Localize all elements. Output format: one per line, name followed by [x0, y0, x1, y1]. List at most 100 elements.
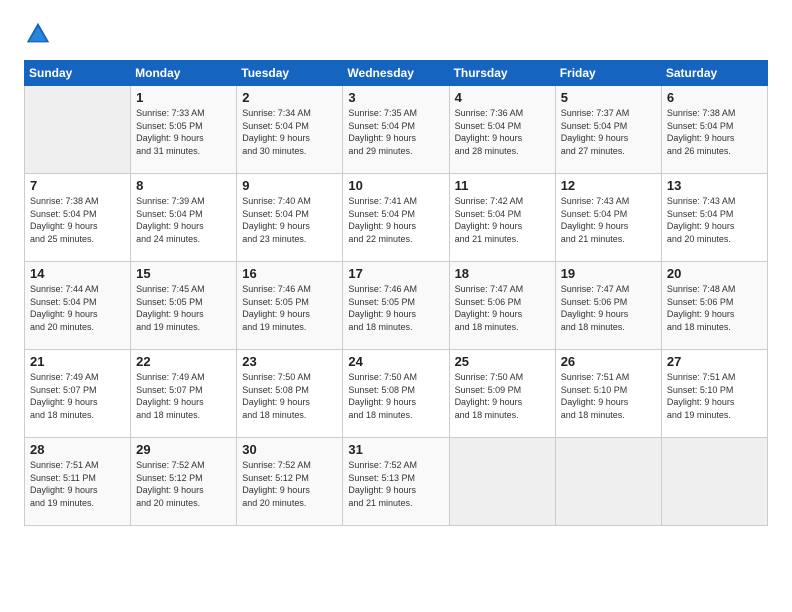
day-number: 23 — [242, 354, 337, 369]
day-info: Sunrise: 7:50 AM Sunset: 5:08 PM Dayligh… — [348, 371, 443, 421]
day-cell: 22 Sunrise: 7:49 AM Sunset: 5:07 PM Dayli… — [131, 350, 237, 438]
day-cell: 9 Sunrise: 7:40 AM Sunset: 5:04 PM Daylig… — [237, 174, 343, 262]
day-number: 21 — [30, 354, 125, 369]
day-info: Sunrise: 7:37 AM Sunset: 5:04 PM Dayligh… — [561, 107, 656, 157]
day-number: 14 — [30, 266, 125, 281]
day-number: 13 — [667, 178, 762, 193]
day-info: Sunrise: 7:36 AM Sunset: 5:04 PM Dayligh… — [455, 107, 550, 157]
week-row-3: 14 Sunrise: 7:44 AM Sunset: 5:04 PM Dayli… — [25, 262, 768, 350]
day-info: Sunrise: 7:38 AM Sunset: 5:04 PM Dayligh… — [667, 107, 762, 157]
column-header-monday: Monday — [131, 61, 237, 86]
day-number: 29 — [136, 442, 231, 457]
column-header-friday: Friday — [555, 61, 661, 86]
day-cell: 30 Sunrise: 7:52 AM Sunset: 5:12 PM Dayli… — [237, 438, 343, 526]
day-cell: 21 Sunrise: 7:49 AM Sunset: 5:07 PM Dayli… — [25, 350, 131, 438]
day-cell: 5 Sunrise: 7:37 AM Sunset: 5:04 PM Daylig… — [555, 86, 661, 174]
day-cell: 1 Sunrise: 7:33 AM Sunset: 5:05 PM Daylig… — [131, 86, 237, 174]
day-info: Sunrise: 7:46 AM Sunset: 5:05 PM Dayligh… — [242, 283, 337, 333]
day-cell: 15 Sunrise: 7:45 AM Sunset: 5:05 PM Dayli… — [131, 262, 237, 350]
day-info: Sunrise: 7:47 AM Sunset: 5:06 PM Dayligh… — [455, 283, 550, 333]
day-cell: 29 Sunrise: 7:52 AM Sunset: 5:12 PM Dayli… — [131, 438, 237, 526]
day-cell — [661, 438, 767, 526]
day-cell: 3 Sunrise: 7:35 AM Sunset: 5:04 PM Daylig… — [343, 86, 449, 174]
day-number: 28 — [30, 442, 125, 457]
header — [24, 20, 768, 48]
day-info: Sunrise: 7:49 AM Sunset: 5:07 PM Dayligh… — [30, 371, 125, 421]
day-cell: 23 Sunrise: 7:50 AM Sunset: 5:08 PM Dayli… — [237, 350, 343, 438]
day-info: Sunrise: 7:52 AM Sunset: 5:13 PM Dayligh… — [348, 459, 443, 509]
day-number: 17 — [348, 266, 443, 281]
day-cell: 24 Sunrise: 7:50 AM Sunset: 5:08 PM Dayli… — [343, 350, 449, 438]
day-info: Sunrise: 7:51 AM Sunset: 5:10 PM Dayligh… — [667, 371, 762, 421]
day-number: 30 — [242, 442, 337, 457]
day-number: 19 — [561, 266, 656, 281]
day-cell: 16 Sunrise: 7:46 AM Sunset: 5:05 PM Dayli… — [237, 262, 343, 350]
day-cell: 7 Sunrise: 7:38 AM Sunset: 5:04 PM Daylig… — [25, 174, 131, 262]
day-info: Sunrise: 7:43 AM Sunset: 5:04 PM Dayligh… — [561, 195, 656, 245]
day-info: Sunrise: 7:50 AM Sunset: 5:08 PM Dayligh… — [242, 371, 337, 421]
day-number: 8 — [136, 178, 231, 193]
week-row-2: 7 Sunrise: 7:38 AM Sunset: 5:04 PM Daylig… — [25, 174, 768, 262]
day-info: Sunrise: 7:52 AM Sunset: 5:12 PM Dayligh… — [136, 459, 231, 509]
day-cell: 25 Sunrise: 7:50 AM Sunset: 5:09 PM Dayli… — [449, 350, 555, 438]
day-number: 27 — [667, 354, 762, 369]
day-cell — [449, 438, 555, 526]
day-info: Sunrise: 7:43 AM Sunset: 5:04 PM Dayligh… — [667, 195, 762, 245]
day-info: Sunrise: 7:33 AM Sunset: 5:05 PM Dayligh… — [136, 107, 231, 157]
day-cell — [25, 86, 131, 174]
day-number: 5 — [561, 90, 656, 105]
day-cell: 28 Sunrise: 7:51 AM Sunset: 5:11 PM Dayli… — [25, 438, 131, 526]
week-row-1: 1 Sunrise: 7:33 AM Sunset: 5:05 PM Daylig… — [25, 86, 768, 174]
day-info: Sunrise: 7:46 AM Sunset: 5:05 PM Dayligh… — [348, 283, 443, 333]
week-row-4: 21 Sunrise: 7:49 AM Sunset: 5:07 PM Dayli… — [25, 350, 768, 438]
day-info: Sunrise: 7:42 AM Sunset: 5:04 PM Dayligh… — [455, 195, 550, 245]
page: SundayMondayTuesdayWednesdayThursdayFrid… — [0, 0, 792, 612]
day-info: Sunrise: 7:34 AM Sunset: 5:04 PM Dayligh… — [242, 107, 337, 157]
day-number: 16 — [242, 266, 337, 281]
day-number: 9 — [242, 178, 337, 193]
day-cell: 13 Sunrise: 7:43 AM Sunset: 5:04 PM Dayli… — [661, 174, 767, 262]
day-number: 11 — [455, 178, 550, 193]
column-header-thursday: Thursday — [449, 61, 555, 86]
header-row: SundayMondayTuesdayWednesdayThursdayFrid… — [25, 61, 768, 86]
day-info: Sunrise: 7:49 AM Sunset: 5:07 PM Dayligh… — [136, 371, 231, 421]
day-number: 7 — [30, 178, 125, 193]
calendar-header: SundayMondayTuesdayWednesdayThursdayFrid… — [25, 61, 768, 86]
day-number: 31 — [348, 442, 443, 457]
day-number: 3 — [348, 90, 443, 105]
calendar-body: 1 Sunrise: 7:33 AM Sunset: 5:05 PM Daylig… — [25, 86, 768, 526]
day-cell: 6 Sunrise: 7:38 AM Sunset: 5:04 PM Daylig… — [661, 86, 767, 174]
week-row-5: 28 Sunrise: 7:51 AM Sunset: 5:11 PM Dayli… — [25, 438, 768, 526]
day-info: Sunrise: 7:51 AM Sunset: 5:11 PM Dayligh… — [30, 459, 125, 509]
day-cell: 31 Sunrise: 7:52 AM Sunset: 5:13 PM Dayli… — [343, 438, 449, 526]
day-cell: 10Sunrise: 7:41 AM Sunset: 5:04 PM Dayli… — [343, 174, 449, 262]
day-number: 25 — [455, 354, 550, 369]
day-cell: 12 Sunrise: 7:43 AM Sunset: 5:04 PM Dayli… — [555, 174, 661, 262]
day-info: Sunrise: 7:45 AM Sunset: 5:05 PM Dayligh… — [136, 283, 231, 333]
day-cell: 26Sunrise: 7:51 AM Sunset: 5:10 PM Dayli… — [555, 350, 661, 438]
day-number: 15 — [136, 266, 231, 281]
day-info: Sunrise: 7:44 AM Sunset: 5:04 PM Dayligh… — [30, 283, 125, 333]
day-cell: 18Sunrise: 7:47 AM Sunset: 5:06 PM Dayli… — [449, 262, 555, 350]
day-cell: 20Sunrise: 7:48 AM Sunset: 5:06 PM Dayli… — [661, 262, 767, 350]
day-info: Sunrise: 7:35 AM Sunset: 5:04 PM Dayligh… — [348, 107, 443, 157]
day-number: 12 — [561, 178, 656, 193]
column-header-wednesday: Wednesday — [343, 61, 449, 86]
day-number: 4 — [455, 90, 550, 105]
column-header-tuesday: Tuesday — [237, 61, 343, 86]
day-cell: 19Sunrise: 7:47 AM Sunset: 5:06 PM Dayli… — [555, 262, 661, 350]
day-info: Sunrise: 7:48 AM Sunset: 5:06 PM Dayligh… — [667, 283, 762, 333]
day-cell: 2Sunrise: 7:34 AM Sunset: 5:04 PM Daylig… — [237, 86, 343, 174]
day-number: 6 — [667, 90, 762, 105]
day-info: Sunrise: 7:50 AM Sunset: 5:09 PM Dayligh… — [455, 371, 550, 421]
day-info: Sunrise: 7:51 AM Sunset: 5:10 PM Dayligh… — [561, 371, 656, 421]
day-info: Sunrise: 7:52 AM Sunset: 5:12 PM Dayligh… — [242, 459, 337, 509]
day-number: 24 — [348, 354, 443, 369]
day-number: 10 — [348, 178, 443, 193]
day-info: Sunrise: 7:39 AM Sunset: 5:04 PM Dayligh… — [136, 195, 231, 245]
day-info: Sunrise: 7:38 AM Sunset: 5:04 PM Dayligh… — [30, 195, 125, 245]
day-cell: 17 Sunrise: 7:46 AM Sunset: 5:05 PM Dayli… — [343, 262, 449, 350]
day-number: 1 — [136, 90, 231, 105]
day-info: Sunrise: 7:40 AM Sunset: 5:04 PM Dayligh… — [242, 195, 337, 245]
day-number: 22 — [136, 354, 231, 369]
